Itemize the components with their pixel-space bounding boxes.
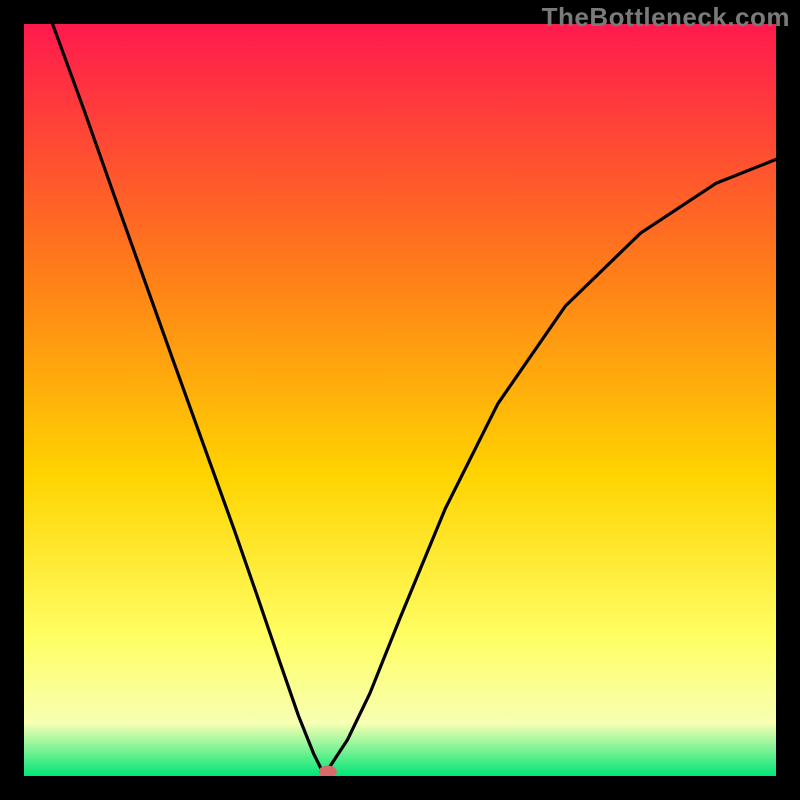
chart-frame: { "watermark": "TheBottleneck.com", "mar… [0, 0, 800, 800]
gradient-background [24, 24, 776, 776]
watermark-text: TheBottleneck.com [542, 2, 790, 33]
chart-svg [24, 24, 776, 776]
plot-area [24, 24, 776, 776]
